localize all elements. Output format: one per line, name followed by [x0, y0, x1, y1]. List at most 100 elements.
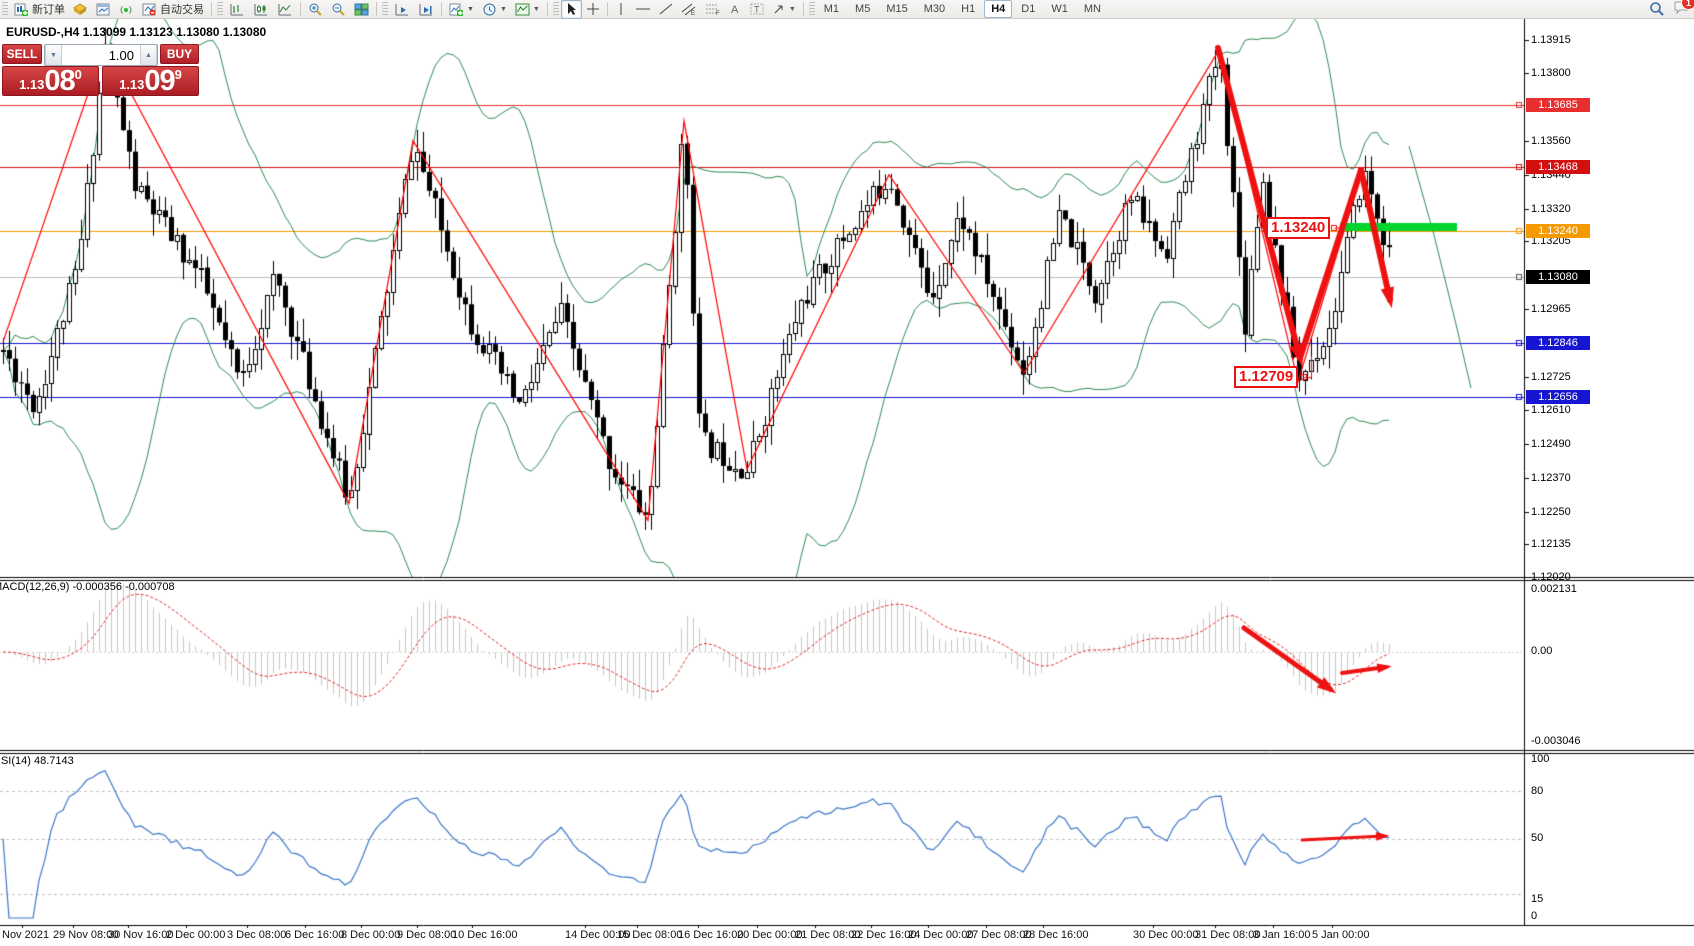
toolbar-separator — [607, 2, 608, 16]
new-order-label: 新订单 — [32, 1, 65, 17]
buy-price-button[interactable]: 1.13099 — [102, 66, 199, 96]
buy-price-prefix: 1.13 — [119, 78, 144, 91]
timeframe-button-m30[interactable]: M30 — [917, 0, 952, 18]
timeframe-button-m15[interactable]: M15 — [879, 0, 914, 18]
sell-button[interactable]: SELL — [2, 44, 42, 64]
crosshair-tool-button[interactable] — [582, 0, 604, 19]
volume-input[interactable]: 1.00 — [62, 45, 140, 65]
timeframe-button-d1[interactable]: D1 — [1014, 0, 1042, 18]
sell-price-button[interactable]: 1.13080 — [2, 66, 99, 96]
zoom-in-icon — [308, 2, 323, 17]
notifications-button[interactable]: 1 — [1673, 0, 1690, 18]
time-axis-label: 3 Jan 16:00 — [1253, 929, 1311, 941]
timeframe-button-m5[interactable]: M5 — [848, 0, 877, 18]
price-level-tag: 1.12846 — [1526, 336, 1590, 350]
timeframe-button-h1[interactable]: H1 — [954, 0, 982, 18]
toolbar: 新订单 自动交易 — [0, 0, 1694, 19]
chart-bars-button[interactable] — [225, 0, 249, 19]
auto-scroll-button[interactable] — [390, 0, 414, 19]
zoom-in-button[interactable] — [304, 0, 327, 19]
label-tool-button[interactable]: T — [746, 0, 768, 19]
periods-button[interactable]: ▼ — [478, 0, 511, 19]
volume-decrease-button[interactable]: ▼ — [45, 45, 62, 65]
cursor-tool-button[interactable] — [561, 0, 582, 19]
price-level-tag: 1.13080 — [1526, 270, 1590, 284]
volume-increase-button[interactable]: ▲ — [140, 45, 157, 65]
zoom-out-button[interactable] — [327, 0, 350, 19]
data-window-button[interactable] — [92, 0, 115, 19]
bar-chart-icon — [229, 2, 245, 17]
chart-candles-button[interactable] — [249, 0, 273, 19]
chart-line-button[interactable] — [273, 0, 297, 19]
timeframe-button-m1[interactable]: M1 — [817, 0, 846, 18]
arrows-dropdown-caret: ▼ — [789, 6, 796, 13]
zoom-out-icon — [331, 2, 346, 17]
vertical-line-tool-button[interactable] — [611, 0, 631, 19]
price-level-tag: 1.12656 — [1526, 390, 1590, 404]
time-axis-label: 27 Dec 08:00 — [966, 929, 1031, 941]
price-level-tag: 1.13468 — [1526, 160, 1590, 174]
macd-axis-tick: -0.003046 — [1531, 735, 1581, 747]
horizontal-line-tool-button[interactable] — [631, 0, 655, 19]
rsi-axis-tick: 50 — [1531, 832, 1543, 844]
one-click-trading-panel: SELL ▼ 1.00 ▲ BUY 1.13080 1.13099 — [2, 44, 199, 96]
price-axis-tick: 1.12370 — [1531, 472, 1571, 484]
channel-tool-button[interactable]: E — [677, 0, 701, 19]
time-axis-label: 15 Dec 08:00 — [617, 929, 682, 941]
toolbar-drag-handle[interactable] — [217, 2, 223, 16]
chart-shift-icon — [418, 2, 434, 17]
rsi-axis-tick: 15 — [1531, 893, 1543, 905]
arrows-tool-button[interactable]: ▼ — [768, 0, 800, 19]
text-tool-button[interactable]: A — [725, 0, 746, 19]
auto-scroll-icon — [394, 2, 410, 17]
templates-button[interactable]: ▼ — [511, 0, 544, 19]
trendline-icon — [659, 2, 673, 16]
timeframe-button-h4[interactable]: H4 — [984, 0, 1012, 18]
trendline-tool-button[interactable] — [655, 0, 677, 19]
toolbar-drag-handle[interactable] — [382, 2, 388, 16]
symbols-button[interactable] — [69, 0, 92, 19]
timeframe-toolbar: M1M5M15M30H1H4D1W1MN — [817, 0, 1108, 18]
time-axis-label: 5 Jan 00:00 — [1312, 929, 1370, 941]
time-axis-label: 30 Nov 16:00 — [108, 929, 173, 941]
crosshair-icon — [586, 2, 600, 16]
search-icon[interactable] — [1649, 1, 1665, 17]
text-icon: A — [729, 2, 742, 16]
fibonacci-tool-button[interactable]: F — [701, 0, 725, 19]
chart-shift-button[interactable] — [414, 0, 438, 19]
timeframe-button-w1[interactable]: W1 — [1044, 0, 1075, 18]
chart-canvas[interactable] — [0, 0, 1694, 946]
toolbar-separator — [803, 2, 804, 16]
periods-dropdown-caret: ▼ — [500, 6, 507, 13]
time-axis-label: 30 Dec 00:00 — [1133, 929, 1198, 941]
price-level-tag: 1.13685 — [1526, 98, 1590, 112]
svg-text:A: A — [731, 4, 739, 16]
price-axis-tick: 1.13320 — [1531, 203, 1571, 215]
autotrading-button[interactable]: 自动交易 — [138, 0, 208, 19]
line-chart-icon — [277, 2, 293, 17]
toolbar-drag-handle[interactable] — [553, 2, 559, 16]
time-axis-label: 3 Dec 08:00 — [227, 929, 286, 941]
time-axis-label: 8 Dec 00:00 — [341, 929, 400, 941]
new-order-icon — [14, 2, 29, 17]
indicators-button[interactable]: ▼ — [445, 0, 478, 19]
price-level-tag: 1.13240 — [1526, 224, 1590, 238]
signals-button[interactable] — [115, 0, 138, 19]
volume-stepper: ▼ 1.00 ▲ — [44, 44, 158, 66]
sell-price-prefix: 1.13 — [19, 78, 44, 91]
chart-title: EURUSD-,H4 1.13099 1.13123 1.13080 1.130… — [6, 25, 266, 39]
text-label-icon: T — [750, 2, 764, 16]
new-order-button[interactable]: 新订单 — [10, 0, 69, 19]
toolbar-separator — [376, 2, 377, 16]
timeframe-button-mn[interactable]: MN — [1077, 0, 1108, 18]
toolbar-drag-handle[interactable] — [2, 2, 8, 16]
symbols-icon — [73, 2, 88, 17]
price-axis-tick: 1.13800 — [1531, 67, 1571, 79]
price-axis-tick: 1.12490 — [1531, 438, 1571, 450]
tile-windows-button[interactable] — [350, 0, 373, 19]
buy-button[interactable]: BUY — [160, 44, 199, 64]
toolbar-drag-handle[interactable] — [809, 2, 815, 16]
time-axis-label: 10 Dec 16:00 — [452, 929, 517, 941]
rsi-axis-tick: 0 — [1531, 910, 1537, 922]
templates-dropdown-caret: ▼ — [533, 6, 540, 13]
